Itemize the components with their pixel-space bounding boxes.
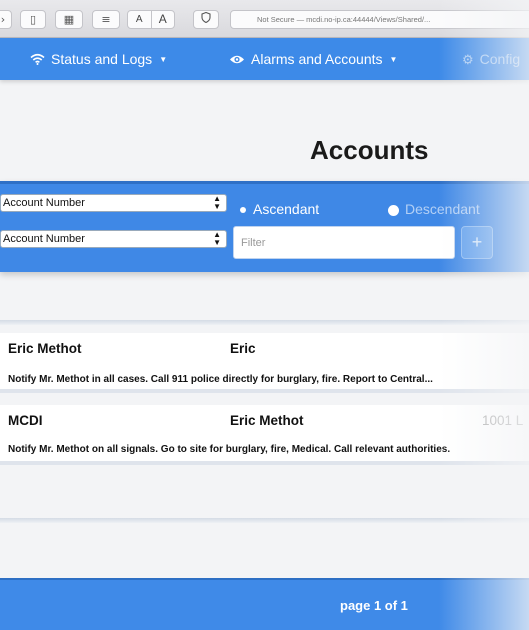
account-row[interactable]: MCDI Eric Methot 1001 L Notify Mr. Metho… [0, 405, 529, 465]
secondary-sort-select[interactable]: Account Number ▲ ▼ [0, 230, 227, 248]
nav-alarms-accounts[interactable]: Alarms and Accounts ▼ [229, 38, 397, 80]
reader-icon: ≡ [101, 13, 111, 26]
chevron-down-icon: ▼ [389, 55, 398, 64]
tab-overview-button[interactable]: ▦ [55, 10, 83, 29]
gear-icon: ⚙ [462, 52, 474, 67]
sidebar-icon: ▯ [29, 13, 37, 26]
privacy-button[interactable] [193, 10, 219, 29]
browser-toolbar: › ▯ ▦ ≡ A A Not Secure — mcdi.no-ip.ca:4… [0, 0, 529, 38]
page-indicator: page 1 of 1 [340, 598, 408, 613]
add-account-button[interactable]: + [461, 226, 493, 259]
font-size-buttons: A A [127, 10, 175, 29]
nav-status-logs[interactable]: Status and Logs ▼ [30, 38, 167, 80]
account-extra: 1001 L [482, 413, 524, 428]
nav-status-logs-label: Status and Logs [51, 51, 153, 67]
ascendant-label: Ascendant [253, 201, 320, 217]
chevron-down-icon: ▼ [159, 55, 168, 64]
account-number: Eric Methot [8, 341, 82, 356]
sidebar-button[interactable]: ▯ [20, 10, 46, 29]
account-row[interactable]: Eric Methot Eric Notify Mr. Methot in al… [0, 333, 529, 393]
select-arrows-icon: ▲ ▼ [213, 194, 221, 211]
page-title: Accounts [310, 135, 429, 165]
account-number: MCDI [8, 413, 43, 428]
filter-input[interactable] [233, 226, 455, 259]
list-divider [0, 518, 529, 523]
shield-icon [201, 11, 211, 26]
nav-config[interactable]: ⚙ Config [462, 38, 520, 80]
select-arrows-icon: ▲ ▼ [213, 230, 221, 247]
edge-fade [439, 0, 529, 630]
primary-sort-select[interactable]: Account Number ▲ ▼ [0, 194, 227, 212]
account-name: Eric Methot [230, 413, 304, 428]
grid-icon: ▦ [63, 13, 75, 26]
wifi-icon [30, 39, 45, 81]
eye-icon [229, 39, 245, 81]
nav-alarms-accounts-label: Alarms and Accounts [251, 51, 383, 67]
secondary-sort-value: Account Number [3, 233, 85, 245]
pagination-footer: page 1 of 1 [0, 578, 529, 630]
account-note: Notify Mr. Methot on all signals. Go to … [8, 444, 451, 455]
descendant-label: Descendant [405, 201, 480, 217]
reader-button[interactable]: ≡ [92, 10, 120, 29]
nav-config-label: Config [479, 51, 521, 67]
account-name: Eric [230, 341, 256, 356]
forward-button[interactable]: › [0, 10, 12, 29]
descendant-radio[interactable] [388, 205, 399, 216]
app-navbar: Status and Logs ▼ Alarms and Accounts ▼ ⚙ C… [0, 38, 529, 80]
ascendant-radio[interactable] [240, 207, 246, 213]
font-smaller-button[interactable]: A [128, 11, 151, 28]
primary-sort-value: Account Number [3, 197, 85, 209]
address-bar[interactable]: Not Secure — mcdi.no-ip.ca:44444/Views/S… [230, 10, 529, 29]
account-note: Notify Mr. Methot in all cases. Call 911… [8, 374, 433, 385]
list-divider [0, 320, 529, 325]
font-larger-button[interactable]: A [150, 11, 175, 28]
